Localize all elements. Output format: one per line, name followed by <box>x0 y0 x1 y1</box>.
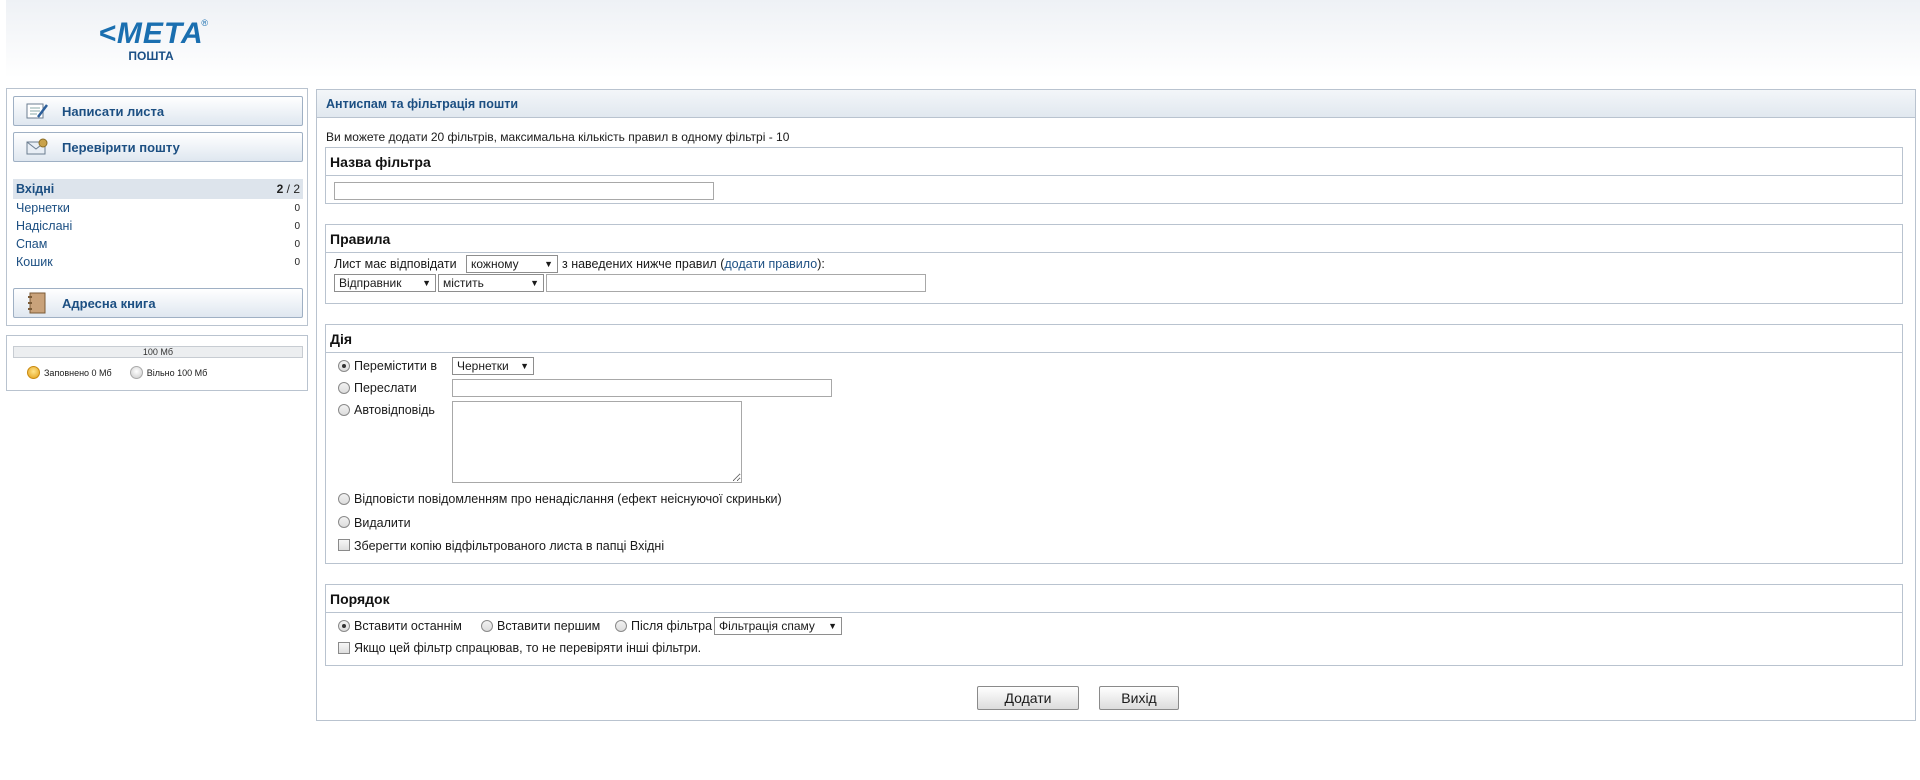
move-label: Перемістити в <box>354 359 437 373</box>
move-folder-select[interactable]: Чернетки ▼ <box>452 357 534 375</box>
stop-processing-label: Якщо цей фільтр спрацював, то не перевір… <box>354 641 702 655</box>
compose-icon <box>24 100 50 122</box>
keep-copy-checkbox[interactable] <box>338 539 350 551</box>
delete-label: Видалити <box>354 516 411 530</box>
insert-last-radio[interactable] <box>338 620 350 632</box>
quota-free: Вільно 100 Мб <box>129 366 207 379</box>
sidebar: Написати листа Перевірити пошту Вхідні 2… <box>6 88 308 326</box>
folder-count: 0 <box>294 256 300 268</box>
section-order: Порядок Вставити останнім Вставити перши… <box>325 584 1903 666</box>
folder-name: Надіслані <box>16 219 73 233</box>
match-mode-select[interactable]: кожному ▼ <box>466 255 558 273</box>
forward-address-input[interactable] <box>452 379 832 397</box>
section-rules: Правила Лист має відповідати кожному ▼ з … <box>325 224 1903 304</box>
section-action: Дія Перемістити в Чернетки ▼ Переслати Ав… <box>325 324 1903 564</box>
folder-name: Чернетки <box>16 201 70 215</box>
folder-name: Вхідні <box>16 182 55 196</box>
after-filter-select[interactable]: Фільтрація спаму ▼ <box>714 617 842 635</box>
insert-last-label: Вставити останнім <box>354 619 462 633</box>
autoreply-radio[interactable] <box>338 404 350 416</box>
rule-match-prefix: Лист має відповідати <box>334 257 457 271</box>
chevron-down-icon: ▼ <box>530 278 539 288</box>
logo-registered: ® <box>201 18 208 28</box>
after-filter-radio[interactable] <box>615 620 627 632</box>
section-title: Дія <box>326 325 1902 353</box>
section-title: Назва фільтра <box>326 148 1902 176</box>
panel-title: Антиспам та фільтрація пошти <box>317 90 1915 118</box>
insert-first-radio[interactable] <box>481 620 493 632</box>
logo-sub: ПОШТА <box>128 49 174 63</box>
address-book-icon <box>24 292 50 314</box>
filter-panel: Антиспам та фільтрація пошти Ви можете д… <box>316 89 1916 721</box>
check-mail-button[interactable]: Перевірити пошту <box>13 132 303 162</box>
folder-count: 0 <box>294 202 300 214</box>
insert-first-label: Вставити першим <box>497 619 601 633</box>
filter-name-input[interactable] <box>334 182 714 200</box>
filter-limit-info: Ви можете додати 20 фільтрів, максимальн… <box>326 130 790 144</box>
rule-match-suffix: з наведених нижче правил (додати правило… <box>562 257 825 271</box>
header-bar: <META ПОШТА ® <box>6 0 1920 78</box>
bounce-radio[interactable] <box>338 493 350 505</box>
autoreply-label: Автовідповідь <box>354 403 435 417</box>
autoreply-textarea[interactable] <box>452 401 742 483</box>
move-radio[interactable] <box>338 360 350 372</box>
folder-spam[interactable]: Спам 0 <box>13 235 303 253</box>
folder-sent[interactable]: Надіслані 0 <box>13 217 303 235</box>
quota-legend: Заповнено 0 Мб Вільно 100 Мб <box>27 366 207 379</box>
delete-radio[interactable] <box>338 516 350 528</box>
meta-logo[interactable]: <META ПОШТА ® <box>86 18 216 68</box>
forward-radio[interactable] <box>338 382 350 394</box>
after-filter-label: Після фільтра <box>631 619 713 633</box>
folder-drafts[interactable]: Чернетки 0 <box>13 199 303 217</box>
compose-button[interactable]: Написати листа <box>13 96 303 126</box>
exit-button[interactable]: Вихід <box>1099 686 1179 710</box>
bounce-label: Відповісти повідомленням про ненадісланн… <box>354 492 782 506</box>
add-button[interactable]: Додати <box>977 686 1079 710</box>
chevron-down-icon: ▼ <box>828 621 837 631</box>
quota-used: Заповнено 0 Мб <box>27 366 112 379</box>
rule-condition-select[interactable]: містить ▼ <box>438 274 544 292</box>
quota-panel: 100 Мб Заповнено 0 Мб Вільно 100 Мб <box>6 335 308 391</box>
folder-name: Кошик <box>16 255 53 269</box>
section-title: Правила <box>326 225 1902 253</box>
check-mail-icon <box>24 136 50 158</box>
free-dot-icon <box>129 366 143 379</box>
folder-list: Вхідні 2 / 2 Чернетки 0 Надіслані 0 Спам… <box>13 179 303 271</box>
folder-count: 0 <box>294 220 300 232</box>
logo-word: <META <box>98 17 204 50</box>
used-dot-icon <box>27 366 40 379</box>
quota-bar: 100 Мб <box>13 346 303 358</box>
forward-label: Переслати <box>354 381 417 395</box>
check-mail-label: Перевірити пошту <box>62 139 180 155</box>
rule-field-select[interactable]: Відправник ▼ <box>334 274 436 292</box>
stop-processing-checkbox[interactable] <box>338 642 350 654</box>
address-book-label: Адресна книга <box>62 295 156 311</box>
add-rule-link[interactable]: додати правило <box>724 257 817 271</box>
section-title: Порядок <box>326 585 1902 613</box>
chevron-down-icon: ▼ <box>520 361 529 371</box>
folder-count: 0 <box>294 238 300 250</box>
section-filter-name: Назва фільтра <box>325 147 1903 204</box>
address-book-button[interactable]: Адресна книга <box>13 288 303 318</box>
chevron-down-icon: ▼ <box>422 278 431 288</box>
folder-inbox[interactable]: Вхідні 2 / 2 <box>13 179 303 199</box>
folder-name: Спам <box>16 237 48 251</box>
keep-copy-label: Зберегти копію відфільтрованого листа в … <box>354 539 665 553</box>
folder-trash[interactable]: Кошик 0 <box>13 253 303 271</box>
chevron-down-icon: ▼ <box>544 259 553 269</box>
folder-count: 2 / 2 <box>276 182 300 196</box>
rule-value-input[interactable] <box>546 274 926 292</box>
quota-total: 100 Мб <box>142 347 174 357</box>
compose-label: Написати листа <box>62 103 165 119</box>
